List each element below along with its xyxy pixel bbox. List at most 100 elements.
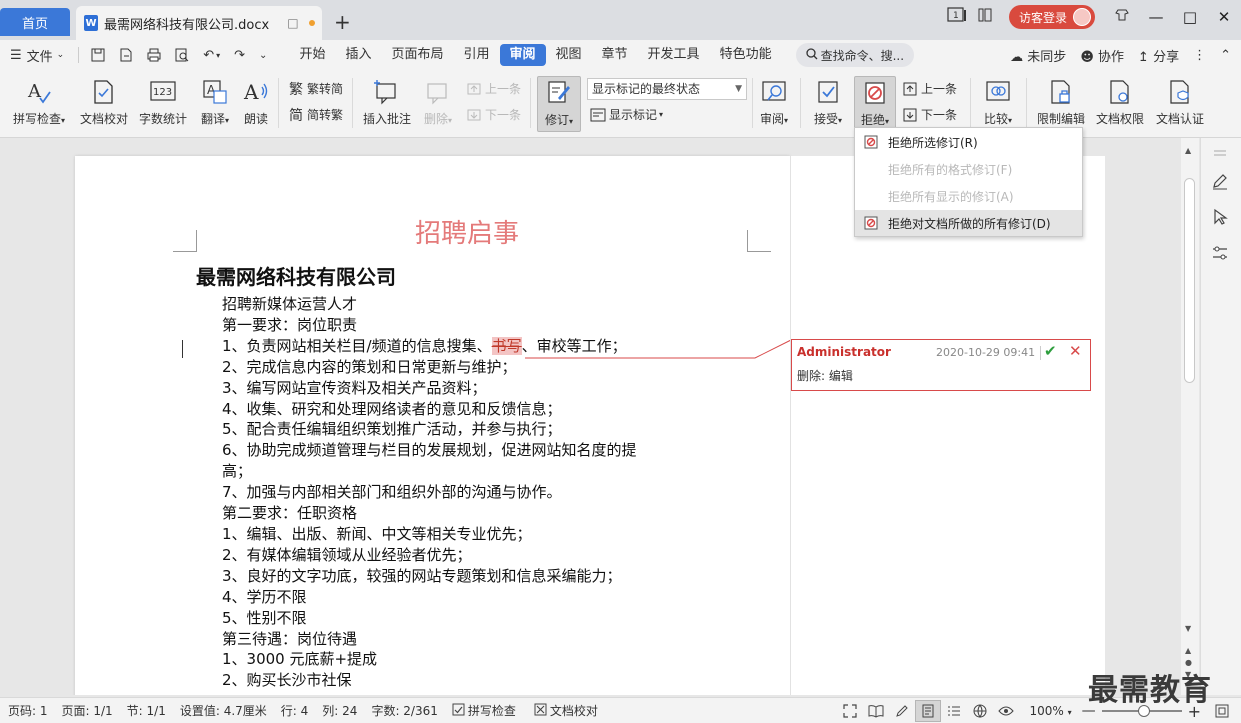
document-tab[interactable]: W 最需网络科技有限公司.docx □ <box>76 6 322 40</box>
paragraph[interactable]: 2、购买长沙市社保 <box>222 670 692 691</box>
status-page-number[interactable]: 页码: 1 <box>8 702 48 719</box>
paragraph[interactable]: 2、有媒体编辑领域从业经验者优先； <box>222 545 692 566</box>
paragraph[interactable]: 4、收集、研究和处理网络读者的意见和反馈信息； <box>222 399 692 420</box>
compare-button[interactable]: 比较▾ <box>978 70 1018 127</box>
zoom-slider[interactable] <box>1101 705 1182 717</box>
print-preview-icon[interactable] <box>175 48 189 62</box>
next-comment-button[interactable]: 下一条 <box>466 106 521 123</box>
undo-icon[interactable]: ↶ ▾ <box>203 48 220 63</box>
redo-icon[interactable]: ↷ <box>234 48 245 63</box>
menu-item-reject-all[interactable]: 拒绝对文档所做的所有修订(D) <box>855 210 1082 236</box>
scrollbar-thumb[interactable] <box>1184 178 1195 383</box>
document-title[interactable]: 招聘启事 <box>415 213 519 250</box>
more-chevron-icon[interactable]: ⌄ <box>259 50 267 61</box>
menu-item-reject-selected[interactable]: 拒绝所选修订(R) <box>855 129 1082 155</box>
select-pointer-icon[interactable] <box>1209 206 1231 228</box>
delete-comment-button[interactable]: 删除▾ <box>418 70 458 127</box>
paragraph[interactable]: 高； <box>222 461 692 482</box>
collapse-ribbon-icon[interactable]: ⌃ <box>1220 48 1231 63</box>
paragraph[interactable]: 第一要求：岗位职责 <box>222 315 692 336</box>
tab-view[interactable]: 视图 <box>546 44 592 66</box>
prev-page-icon[interactable]: ▲ <box>1185 646 1191 655</box>
accept-button[interactable]: 接受▾ <box>808 70 848 127</box>
close-icon[interactable]: ✕ <box>1207 8 1241 26</box>
paragraph[interactable]: 5、配合责任编辑组织策划推广活动，并参与执行； <box>222 419 692 440</box>
prev-change-button[interactable]: 上一条 <box>902 80 957 97</box>
tab-chapter[interactable]: 章节 <box>592 44 638 66</box>
trad-to-simp-button[interactable]: 繁 繁转简 <box>288 80 343 98</box>
paragraph[interactable]: 7、加强与内部相关部门和组织外部的沟通与协作。 <box>222 482 692 503</box>
next-change-button[interactable]: 下一条 <box>902 106 957 123</box>
tab-special[interactable]: 特色功能 <box>710 44 782 66</box>
tab-references[interactable]: 引用 <box>453 44 499 66</box>
collapse-icon[interactable] <box>1209 142 1231 164</box>
web-view-icon[interactable] <box>967 700 993 722</box>
print-icon[interactable] <box>147 48 161 62</box>
track-changes-button[interactable]: 修订▾ <box>537 76 581 132</box>
translate-button[interactable]: A 翻译▾ <box>194 70 236 127</box>
markup-state-select[interactable]: 显示标记的最终状态 ▼ <box>587 78 747 100</box>
reject-x-icon[interactable]: ✕ <box>1069 342 1082 360</box>
menu-item-reject-shown[interactable]: 拒绝所有显示的修订(A) <box>855 183 1082 209</box>
revision-comment[interactable]: Administrator 2020-10-29 09:41 ✔ ✕ 删除: 编… <box>791 339 1091 391</box>
status-col[interactable]: 列: 24 <box>322 702 357 719</box>
restrict-edit-button[interactable]: 限制编辑 <box>1034 70 1088 127</box>
fit-window-icon[interactable] <box>1209 700 1235 722</box>
skin-icon[interactable] <box>1105 8 1139 26</box>
menu-item-reject-format[interactable]: 拒绝所有的格式修订(F) <box>855 156 1082 182</box>
new-tab-button[interactable]: + <box>334 10 351 34</box>
doc-cert-button[interactable]: 文档认证 <box>1152 70 1208 127</box>
save-icon[interactable] <box>91 48 105 62</box>
settings-sliders-icon[interactable] <box>1209 242 1231 264</box>
status-spell-check-button[interactable]: 拼写检查 <box>452 702 516 719</box>
status-word-count[interactable]: 字数: 2/361 <box>371 702 437 719</box>
share-button[interactable]: ↥ 分享 <box>1138 46 1179 65</box>
tab-review[interactable]: 审阅 <box>499 44 546 66</box>
accept-check-icon[interactable]: ✔ <box>1044 342 1057 360</box>
status-doc-proof-button[interactable]: 文档校对 <box>534 702 598 719</box>
document-page[interactable]: 招聘启事 最需网络科技有限公司 招聘新媒体运营人才 第一要求：岗位职责 1、负责… <box>75 156 792 695</box>
scroll-up-icon[interactable]: ▲ <box>1185 146 1191 155</box>
command-search-input[interactable]: 查找命令、搜... <box>795 43 915 67</box>
home-tab[interactable]: 首页 <box>0 8 70 36</box>
window-count-icon[interactable]: 1 <box>943 7 971 27</box>
zoom-level[interactable]: 100% ▾ <box>1029 704 1071 718</box>
fullscreen-icon[interactable] <box>837 700 863 722</box>
more-icon[interactable]: ⋮ <box>1193 48 1206 63</box>
reject-button[interactable]: 拒绝▾ <box>854 76 896 132</box>
show-markup-button[interactable]: 显示标记 ▾ <box>590 106 663 123</box>
eye-protect-icon[interactable] <box>993 700 1019 722</box>
paragraph[interactable]: 1、编辑、出版、新闻、中文等相关专业优先； <box>222 524 692 545</box>
paragraph[interactable]: 3、编写网站宣传资料及相关产品资料； <box>222 378 692 399</box>
tab-page-layout[interactable]: 页面布局 <box>381 44 453 66</box>
paragraph[interactable]: 4、学历不限 <box>222 587 692 608</box>
outline-view-icon[interactable] <box>941 700 967 722</box>
prev-comment-button[interactable]: 上一条 <box>466 80 521 97</box>
export-icon[interactable] <box>119 48 133 62</box>
minimize-icon[interactable]: — <box>1139 8 1173 26</box>
paragraph[interactable]: 3、良好的文字功底，较强的网站专题策划和信息采编能力； <box>222 566 692 587</box>
status-pages[interactable]: 页面: 1/1 <box>62 702 113 719</box>
layout-icon[interactable] <box>971 8 999 26</box>
collaborate-button[interactable]: ☻ 协作 <box>1080 46 1124 65</box>
doc-proof-button[interactable]: 文档校对 <box>76 70 132 127</box>
file-menu[interactable]: ☰ 文件 ⌄ <box>10 46 64 65</box>
vertical-scrollbar[interactable]: ▲ ▼ ▲ ● ▼ <box>1181 138 1199 695</box>
insert-comment-button[interactable]: 插入批注 <box>360 70 414 127</box>
visitor-login-button[interactable]: 访客登录 <box>1008 5 1095 29</box>
paragraph[interactable]: 5、性别不限 <box>222 608 692 629</box>
paragraph[interactable]: 第二要求：任职资格 <box>222 503 692 524</box>
deleted-text[interactable]: 书写 <box>491 336 522 355</box>
monitor-icon[interactable]: □ <box>287 16 298 30</box>
status-row[interactable]: 行: 4 <box>281 702 309 719</box>
read-aloud-button[interactable]: A 朗读 <box>238 70 274 127</box>
company-heading[interactable]: 最需网络科技有限公司 <box>196 261 396 290</box>
status-setting[interactable]: 设置值: 4.7厘米 <box>180 702 267 719</box>
sync-status[interactable]: ☁ 未同步 <box>1010 46 1066 65</box>
edit-view-icon[interactable] <box>889 700 915 722</box>
tab-insert[interactable]: 插入 <box>335 44 381 66</box>
paragraph[interactable]: 第三待遇：岗位待遇 <box>222 629 692 650</box>
doc-permission-button[interactable]: 文档权限 <box>1092 70 1148 127</box>
spell-check-button[interactable]: A 拼写检查▾ <box>8 70 70 127</box>
reading-view-icon[interactable] <box>863 700 889 722</box>
